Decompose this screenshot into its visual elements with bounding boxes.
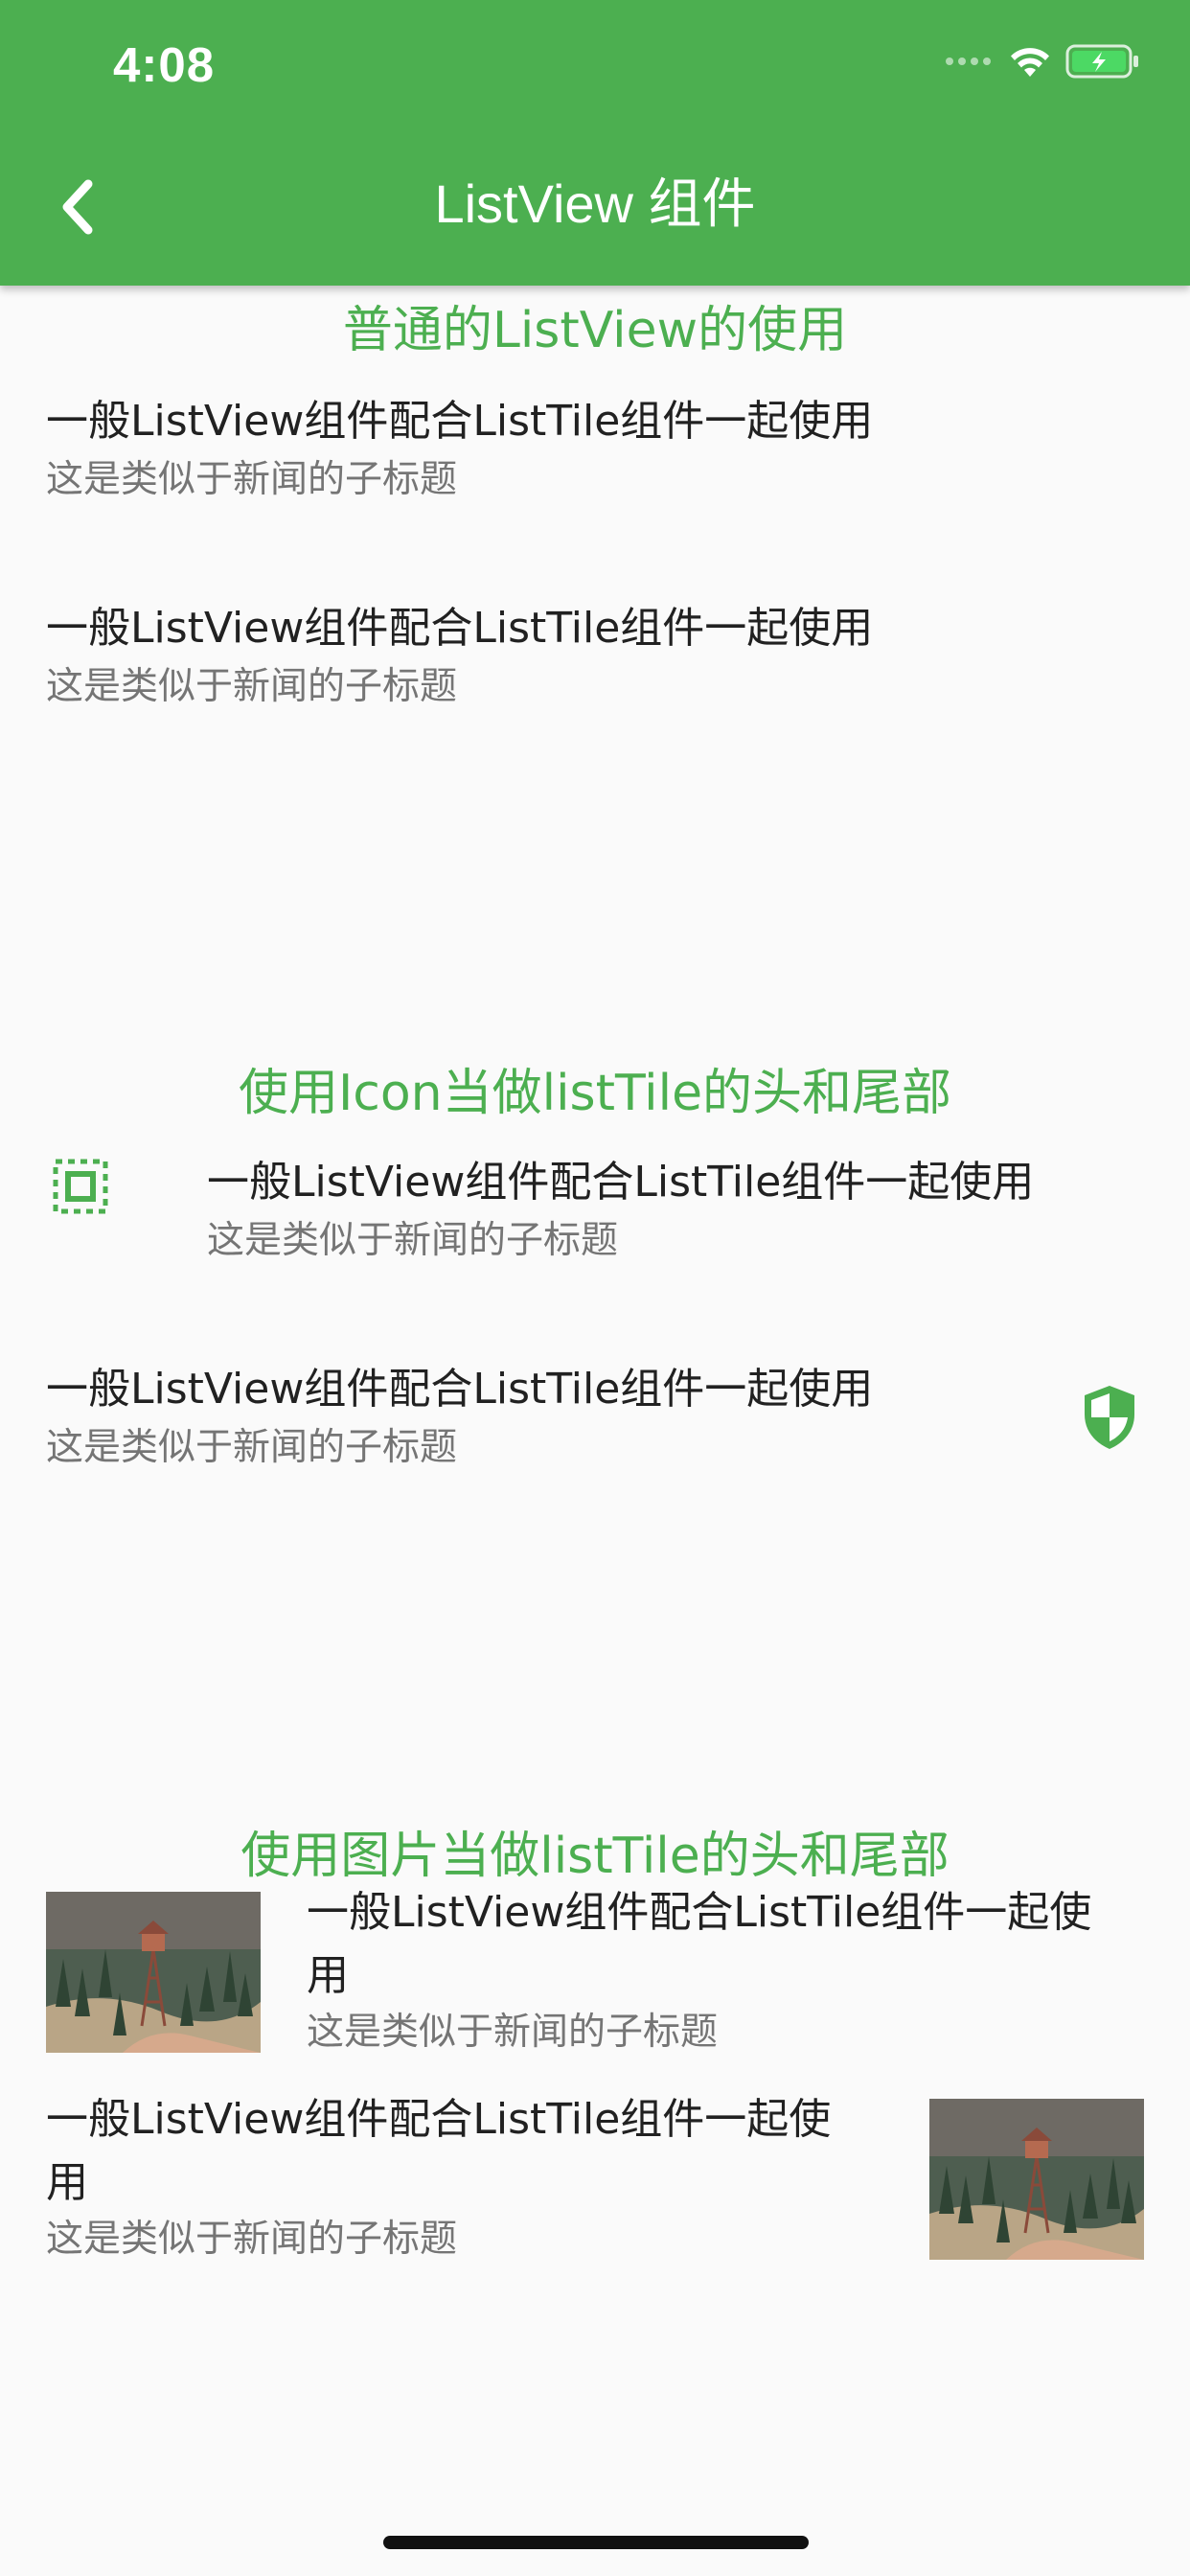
tile-subtitle: 这是类似于新闻的子标题: [307, 2011, 719, 2054]
tile-subtitle: 这是类似于新闻的子标题: [46, 458, 458, 501]
tile-title: 一般ListView组件配合ListTile组件一起使用: [207, 1158, 1035, 1207]
forest-watchtower-image: [929, 2099, 1144, 2260]
tile-title-line-2: 用: [307, 1951, 349, 2000]
wifi-icon: [1011, 48, 1049, 77]
tile-subtitle: 这是类似于新闻的子标题: [46, 2218, 458, 2261]
tile-title: 一般ListView组件配合ListTile组件一起使用: [46, 604, 874, 653]
tile-subtitle: 这是类似于新闻的子标题: [46, 665, 458, 708]
tile-title: 一般ListView组件配合ListTile组件一起使用: [46, 1365, 874, 1414]
battery-charging-icon: [1065, 44, 1138, 79]
home-indicator: [383, 2536, 809, 2549]
status-icons: [946, 40, 1140, 82]
app-bar: 4:08 ListView 组件: [0, 0, 1190, 286]
page-title: ListView 组件: [434, 173, 756, 234]
tile-title: 一般ListView组件配合ListTile组件一起使用: [46, 397, 874, 446]
tile-subtitle: 这是类似于新闻的子标题: [46, 1426, 458, 1469]
tile-title-line-2: 用: [46, 2158, 88, 2207]
section-title-image: 使用图片当做listTile的头和尾部: [240, 1828, 950, 1885]
settings-overscan-icon: [53, 1159, 108, 1214]
shield-icon: [1085, 1386, 1134, 1449]
section-title-icon: 使用Icon当做listTile的头和尾部: [238, 1065, 952, 1122]
section-title-basic: 普通的ListView的使用: [342, 302, 848, 359]
tile-title-line-1: 一般ListView组件配合ListTile组件一起使: [46, 2095, 832, 2144]
tile-title-line-1: 一般ListView组件配合ListTile组件一起使: [307, 1888, 1092, 1937]
status-time: 4:08: [113, 37, 216, 92]
tile-subtitle: 这是类似于新闻的子标题: [207, 1219, 619, 1262]
cellular-signal-icon: [946, 58, 991, 65]
forest-watchtower-image: [46, 1892, 261, 2053]
